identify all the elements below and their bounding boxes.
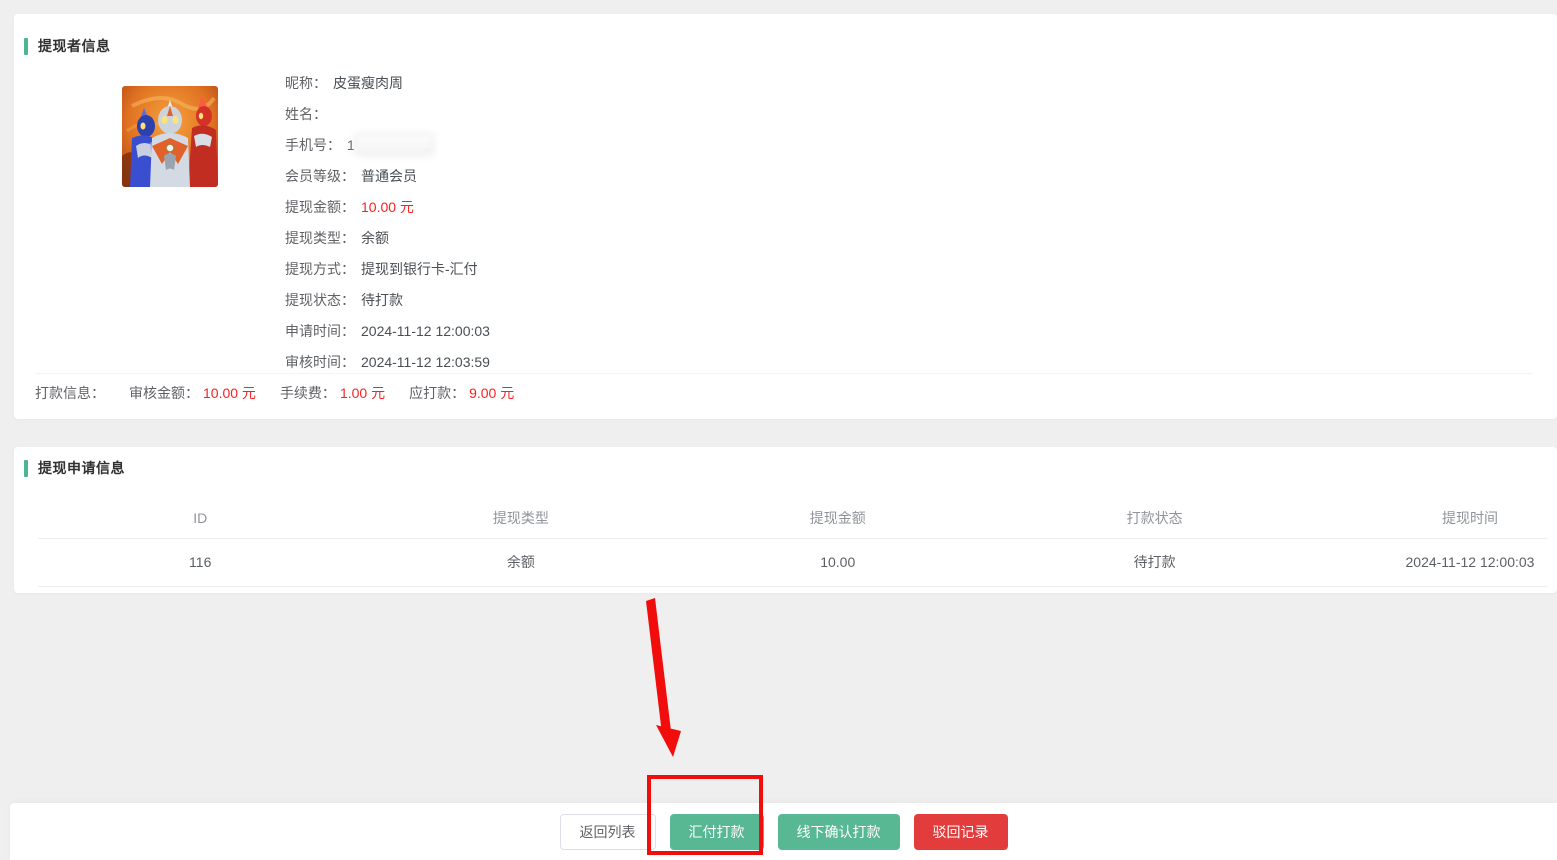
action-bar: 返回列表 汇付打款 线下确认打款 驳回记录 [10, 803, 1557, 860]
header-id: ID [38, 510, 362, 526]
accent-bar [24, 460, 28, 477]
cell-withdraw-type: 余额 [362, 552, 679, 572]
field-withdraw-status: 提现状态： 待打款 [285, 284, 490, 315]
avatar [122, 86, 218, 187]
field-label: 手机号： [285, 135, 341, 155]
field-withdraw-amount: 提现金额： 10.00 元 [285, 191, 490, 222]
payment-fee: 手续费：1.00 元 [280, 383, 385, 403]
payment-info-row: 打款信息： 审核金额：10.00 元 手续费：1.00 元 应打款：9.00 元 [35, 377, 514, 408]
ultraman-avatar-illustration [122, 86, 218, 187]
cell-payment-status: 待打款 [996, 552, 1313, 572]
field-value-amount: 10.00 元 [361, 197, 414, 217]
field-label: 昵称： [285, 73, 327, 93]
payment-review-amount: 审核金额：10.00 元 [129, 383, 256, 403]
payment-info-label: 打款信息： [35, 383, 105, 403]
field-apply-time: 申请时间： 2024-11-12 12:00:03 [285, 315, 490, 346]
section-title-withdrawer: 提现者信息 [24, 36, 111, 56]
payment-item-amount: 10.00 元 [203, 385, 256, 401]
divider [35, 373, 1533, 374]
field-withdraw-method: 提现方式： 提现到银行卡-汇付 [285, 253, 490, 284]
payment-item-amount: 1.00 元 [340, 385, 385, 401]
phone-blur-mask [357, 136, 431, 153]
withdrawer-fields: 昵称： 皮蛋瘦肉周 姓名： 手机号： 1 2 会员等级： 普通会员 提现金额： … [285, 67, 490, 377]
field-label: 审核时间： [285, 352, 355, 372]
annotation-arrow-shaft [646, 598, 671, 734]
withdrawer-info-card: 提现者信息 [14, 14, 1557, 419]
reject-record-button[interactable]: 驳回记录 [914, 814, 1008, 850]
payment-due: 应打款：9.00 元 [409, 383, 514, 403]
field-nickname: 昵称： 皮蛋瘦肉周 [285, 67, 490, 98]
field-label: 提现方式： [285, 259, 355, 279]
field-label: 提现金额： [285, 197, 355, 217]
field-value: 提现到银行卡-汇付 [361, 259, 478, 279]
withdraw-application-card: 提现申请信息 ID 提现类型 提现金额 打款状态 提现时间 116 余额 10.… [14, 447, 1557, 593]
header-withdraw-time: 提现时间 [1313, 508, 1547, 528]
section-title-text: 提现者信息 [38, 36, 111, 56]
table-row: 116 余额 10.00 待打款 2024-11-12 12:00:03 [38, 538, 1547, 587]
section-title-text: 提现申请信息 [38, 458, 125, 478]
field-value: 待打款 [361, 290, 403, 310]
header-payment-status: 打款状态 [996, 508, 1313, 528]
header-withdraw-type: 提现类型 [362, 508, 679, 528]
header-withdraw-amount: 提现金额 [679, 508, 996, 528]
annotation-arrow-head [656, 725, 681, 757]
cell-withdraw-time: 2024-11-12 12:00:03 [1313, 554, 1547, 570]
field-label: 提现类型： [285, 228, 355, 248]
cell-id: 116 [38, 554, 362, 570]
section-title-application: 提现申请信息 [24, 458, 125, 478]
field-label: 提现状态： [285, 290, 355, 310]
table-header-row: ID 提现类型 提现金额 打款状态 提现时间 [38, 497, 1547, 539]
accent-bar [24, 38, 28, 55]
field-member-level: 会员等级： 普通会员 [285, 160, 490, 191]
back-to-list-button[interactable]: 返回列表 [560, 814, 656, 850]
payment-item-label: 手续费： [280, 385, 336, 401]
field-label: 申请时间： [285, 321, 355, 341]
field-withdraw-type: 提现类型： 余额 [285, 222, 490, 253]
payment-item-label: 应打款： [409, 385, 465, 401]
field-label: 会员等级： [285, 166, 355, 186]
huifu-payment-button[interactable]: 汇付打款 [670, 814, 764, 850]
cell-withdraw-amount: 10.00 [679, 554, 996, 570]
field-value: 普通会员 [361, 166, 417, 186]
field-value: 余额 [361, 228, 389, 248]
field-name: 姓名： [285, 98, 490, 129]
payment-item-amount: 9.00 元 [469, 385, 514, 401]
field-value: 2024-11-12 12:03:59 [361, 354, 490, 370]
field-phone: 手机号： 1 2 [285, 129, 490, 160]
offline-confirm-payment-button[interactable]: 线下确认打款 [778, 814, 900, 850]
payment-item-label: 审核金额： [129, 385, 199, 401]
field-value: 2024-11-12 12:00:03 [361, 323, 490, 339]
phone-prefix: 1 [347, 137, 355, 153]
field-value: 皮蛋瘦肉周 [333, 73, 403, 93]
field-label: 姓名： [285, 104, 327, 124]
